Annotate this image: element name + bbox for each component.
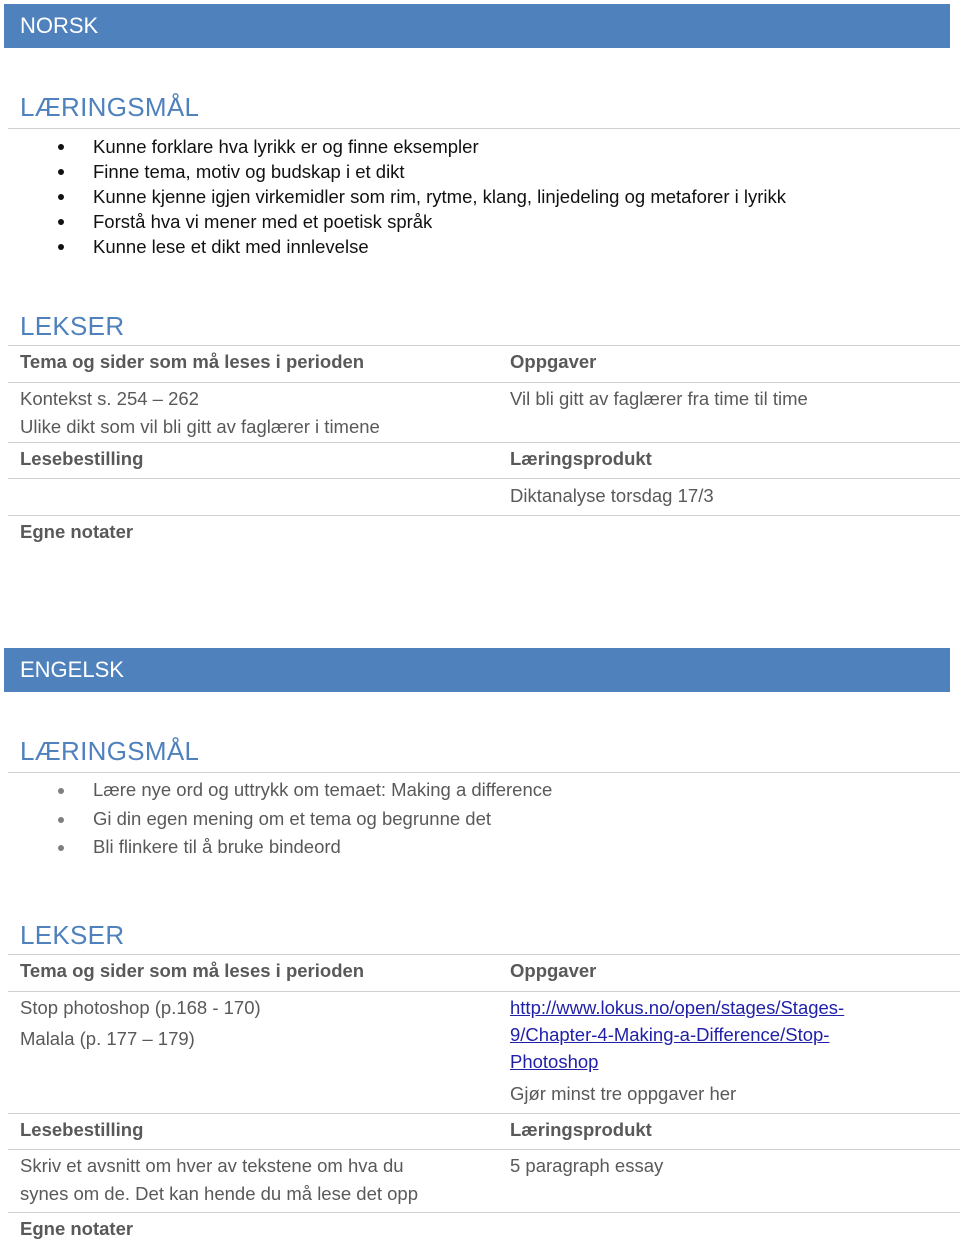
goal-item: Gi din egen mening om et tema og begrunn… (0, 805, 552, 834)
divider (8, 1113, 960, 1114)
divider (8, 1212, 960, 1213)
homework-heading-engelsk: LEKSER (20, 920, 125, 950)
subject-title: ENGELSK (20, 657, 124, 682)
task-item: Gjør minst tre oppgaver her (510, 1083, 737, 1104)
subject-header-norsk: NORSK (4, 4, 950, 48)
topic-item: Malala (p. 177 – 179) (20, 1028, 195, 1049)
topics-label-engelsk: Tema og sider som må leses i perioden (20, 960, 365, 981)
reading-item: synes om de. Det kan hende du må lese de… (20, 1183, 419, 1204)
bullet-icon (58, 788, 64, 794)
reading-item: Skriv et avsnitt om hver av tekstene om … (20, 1155, 404, 1176)
bullet-icon (58, 816, 64, 823)
divider (8, 382, 960, 383)
divider (8, 772, 960, 773)
goal-item: Kunne kjenne igjen virkemidler som rim, … (0, 184, 786, 209)
subject-title: NORSK (20, 13, 99, 38)
topic-item: Kontekst s. 254 – 262 (20, 388, 199, 409)
divider (8, 954, 960, 955)
topics-label-norsk: Tema og sider som må leses i perioden (20, 351, 365, 372)
notes-label-engelsk: Egne notater (20, 1218, 134, 1239)
homework-heading-norsk: LEKSER (20, 311, 125, 341)
topic-item: Ulike dikt som vil bli gitt av faglærer … (20, 416, 380, 437)
bullet-icon (58, 244, 64, 250)
product-label-norsk: Læringsprodukt (510, 448, 652, 469)
goals-heading-norsk: LÆRINGSMÅL (20, 92, 200, 122)
divider (8, 442, 960, 443)
divider (8, 991, 960, 992)
goal-item: Lære nye ord og uttrykk om temaet: Makin… (0, 776, 552, 805)
divider (8, 345, 960, 346)
goals-list-engelsk: Lære nye ord og uttrykk om temaet: Makin… (0, 776, 552, 862)
product-item: 5 paragraph essay (510, 1155, 664, 1176)
tasks-label-norsk: Oppgaver (510, 351, 597, 372)
bullet-icon (58, 845, 64, 851)
reading-label-engelsk: Lesebestilling (20, 1119, 144, 1140)
divider (8, 128, 960, 129)
bullet-icon (58, 144, 64, 150)
tasks-label-engelsk: Oppgaver (510, 960, 597, 981)
divider (8, 1149, 960, 1150)
goal-item: Kunne lese et dikt med innlevelse (0, 234, 786, 259)
product-label-engelsk: Læringsprodukt (510, 1119, 652, 1140)
goals-heading-engelsk: LÆRINGSMÅL (20, 736, 200, 766)
subject-header-engelsk: ENGELSK (4, 648, 950, 692)
goal-item: Bli flinkere til å bruke bindeord (0, 833, 552, 862)
task-link[interactable]: http://www.lokus.no/open/stages/Stages- … (510, 994, 844, 1075)
topic-item: Stop photoshop (p.168 - 170) (20, 997, 261, 1018)
divider (8, 478, 960, 479)
goal-item: Kunne forklare hva lyrikk er og finne ek… (0, 134, 786, 159)
notes-label-norsk: Egne notater (20, 521, 134, 542)
bullet-icon (58, 194, 64, 200)
task-item: Vil bli gitt av faglærer fra time til ti… (510, 388, 808, 409)
bullet-icon (58, 169, 64, 175)
goal-item: Finne tema, motiv og budskap i et dikt (0, 159, 786, 184)
product-item: Diktanalyse torsdag 17/3 (510, 485, 714, 506)
goals-list-norsk: Kunne forklare hva lyrikk er og finne ek… (0, 134, 786, 259)
goal-item: Forstå hva vi mener med et poetisk språk (0, 209, 786, 234)
reading-label-norsk: Lesebestilling (20, 448, 144, 469)
bullet-icon (58, 219, 64, 225)
divider (8, 515, 960, 516)
